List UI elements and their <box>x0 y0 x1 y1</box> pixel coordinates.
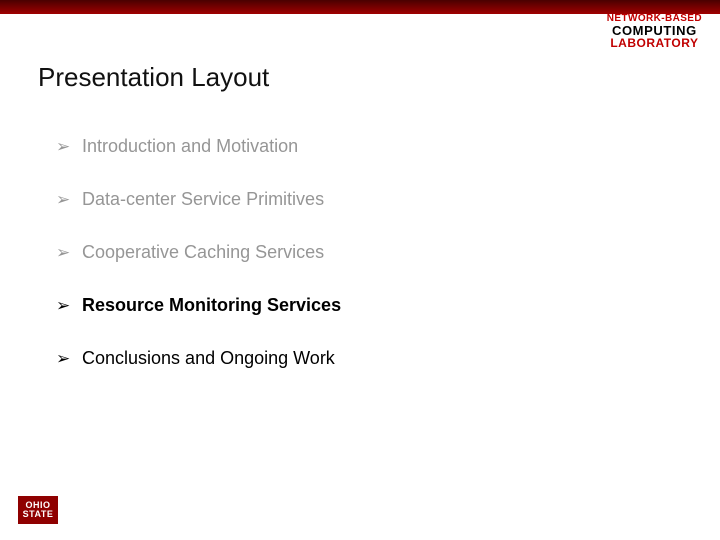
bullet-text: Resource Monitoring Services <box>82 295 341 316</box>
bullet-text: Introduction and Motivation <box>82 136 298 157</box>
slide: NETWORK-BASED COMPUTING LABORATORY Prese… <box>0 0 720 540</box>
bullet-arrow-icon: ➢ <box>56 349 72 369</box>
bullet-list: ➢ Introduction and Motivation ➢ Data-cen… <box>56 136 341 401</box>
bullet-arrow-icon: ➢ <box>56 137 72 157</box>
lab-logo-line3: LABORATORY <box>607 37 702 49</box>
bullet-arrow-icon: ➢ <box>56 296 72 316</box>
bullet-item: ➢ Data-center Service Primitives <box>56 189 341 210</box>
bullet-arrow-icon: ➢ <box>56 243 72 263</box>
bullet-text: Cooperative Caching Services <box>82 242 324 263</box>
bullet-text: Data-center Service Primitives <box>82 189 324 210</box>
bullet-item: ➢ Conclusions and Ongoing Work <box>56 348 341 369</box>
bullet-text: Conclusions and Ongoing Work <box>82 348 335 369</box>
bullet-item: ➢ Resource Monitoring Services <box>56 295 341 316</box>
university-logo: OHIO STATE <box>18 496 58 524</box>
university-logo-block: OHIO STATE <box>18 496 58 524</box>
slide-title: Presentation Layout <box>38 62 269 93</box>
bullet-item: ➢ Introduction and Motivation <box>56 136 341 157</box>
bullet-item: ➢ Cooperative Caching Services <box>56 242 341 263</box>
bullet-arrow-icon: ➢ <box>56 190 72 210</box>
lab-logo: NETWORK-BASED COMPUTING LABORATORY <box>607 14 702 49</box>
university-logo-line2: STATE <box>23 510 54 519</box>
header-bar <box>0 0 720 14</box>
